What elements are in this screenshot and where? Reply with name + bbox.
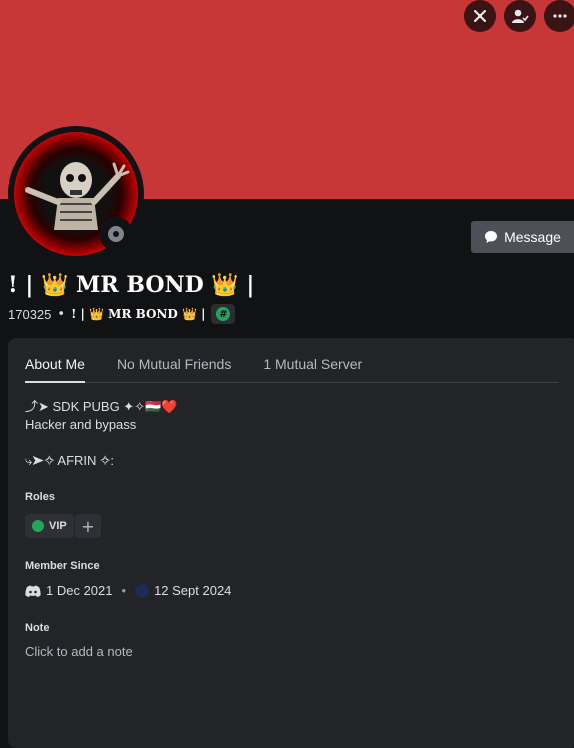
more-options-icon xyxy=(553,14,567,18)
display-name: ! | 👑 MR BOND 👑 | xyxy=(8,272,255,298)
message-label: Message xyxy=(504,229,561,245)
about-line-2: Hacker and bypass xyxy=(25,417,137,432)
about-me-text: ⤴➤ SDK PUBG ✦✧🇭🇺❤️ Hacker and bypass xyxy=(25,398,177,434)
role-pill-vip[interactable]: VIP xyxy=(25,514,74,538)
username: 170325 xyxy=(8,306,52,322)
hash-icon: # xyxy=(216,307,231,321)
date-separator: • xyxy=(121,583,127,598)
tab-mutual-friends[interactable]: No Mutual Friends xyxy=(117,348,231,382)
note-input[interactable]: Click to add a note xyxy=(25,644,133,659)
about-line-3: ⤷➤✧ AFRIN ✧: xyxy=(25,453,114,468)
member-since-title: Member Since xyxy=(25,560,100,572)
add-friend-icon xyxy=(512,9,529,23)
server-icon xyxy=(135,583,150,598)
discord-logo-icon xyxy=(25,585,41,597)
add-role-button[interactable]: + xyxy=(75,514,101,538)
profile-card: About Me No Mutual Friends 1 Mutual Serv… xyxy=(8,338,574,748)
sword-cross-icon xyxy=(473,9,487,23)
about-line-1: ⤴➤ SDK PUBG ✦✧🇭🇺❤️ xyxy=(25,399,178,414)
sword-cross-button[interactable] xyxy=(464,0,496,32)
member-since-row: 1 Dec 2021 • 12 Sept 2024 xyxy=(25,583,231,598)
note-title: Note xyxy=(25,622,50,634)
username-row: 170325 • ! | 👑 MR BOND 👑 | # xyxy=(8,304,236,324)
message-button[interactable]: Message xyxy=(471,221,574,253)
server-join-date: 12 Sept 2024 xyxy=(154,583,232,598)
role-color-dot xyxy=(32,520,44,532)
roles-title: Roles xyxy=(25,491,55,503)
discord-join-date: 1 Dec 2021 xyxy=(46,583,113,598)
profile-tabs: About Me No Mutual Friends 1 Mutual Serv… xyxy=(25,348,559,383)
hash-badge[interactable]: # xyxy=(211,304,236,324)
offline-status-dot xyxy=(108,226,124,242)
tab-mutual-servers[interactable]: 1 Mutual Server xyxy=(263,348,362,382)
status-indicator xyxy=(99,217,133,251)
role-name: VIP xyxy=(49,520,67,532)
add-friend-button[interactable] xyxy=(504,0,536,32)
chat-bubble-icon xyxy=(485,231,498,243)
tab-about-me[interactable]: About Me xyxy=(25,348,85,383)
username-separator: • xyxy=(57,306,66,322)
global-name: ! | 👑 MR BOND 👑 | xyxy=(71,307,206,321)
more-options-button[interactable] xyxy=(544,0,574,32)
